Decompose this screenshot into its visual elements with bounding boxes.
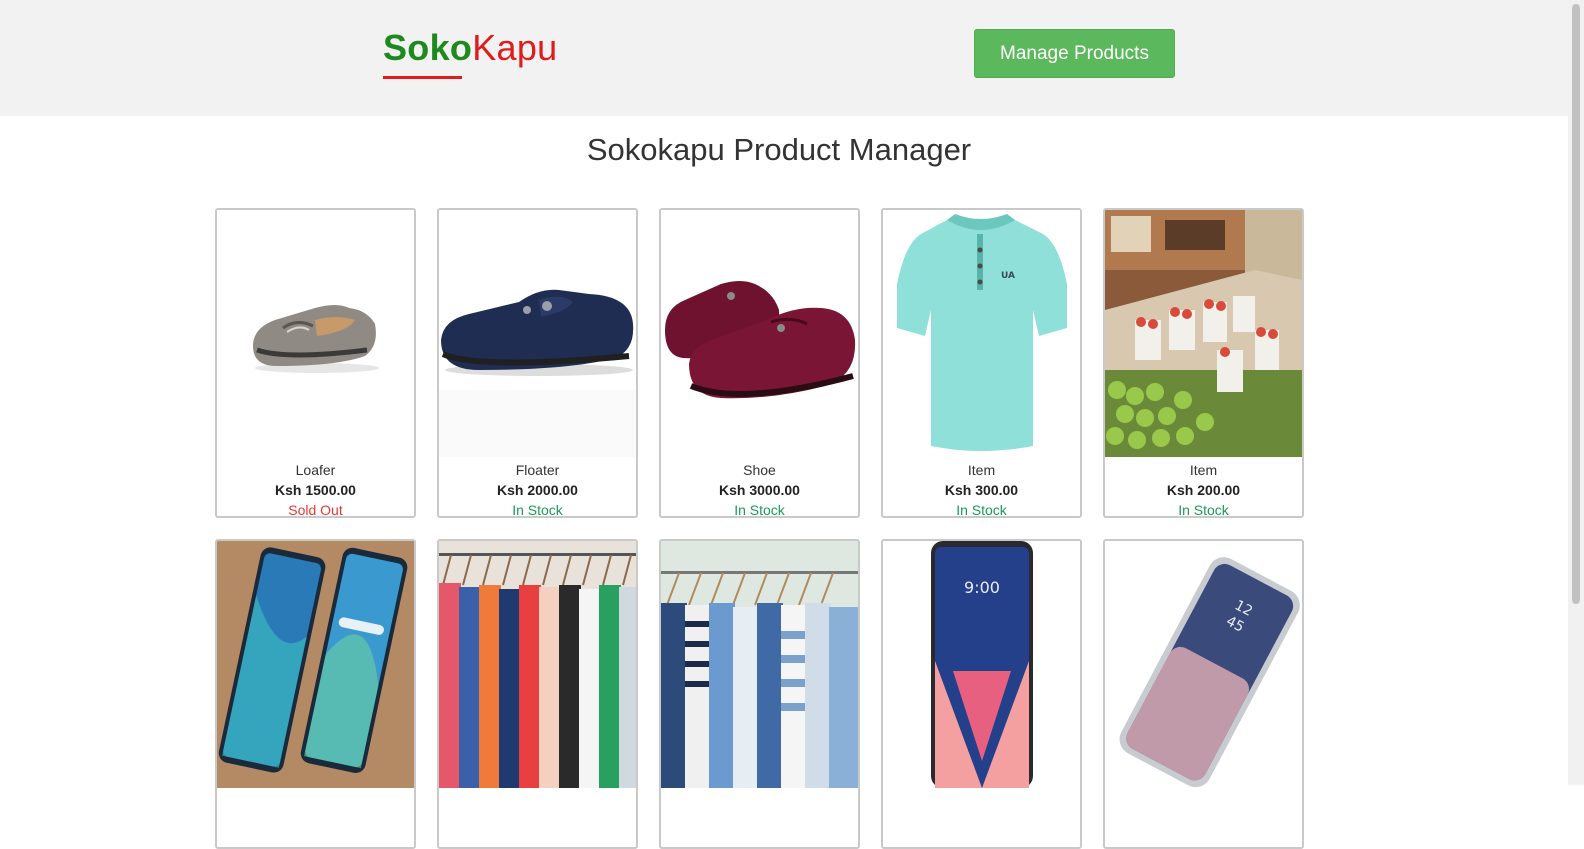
svg-text:9:00: 9:00 [964, 578, 1000, 597]
product-image-two-smartphones [217, 541, 414, 788]
product-card[interactable]: 9:00 [881, 539, 1082, 849]
product-status: In Stock [734, 502, 785, 518]
product-price: Ksh 300.00 [944, 482, 1019, 498]
top-header: SokoKapu Manage Products [0, 0, 1568, 116]
product-name: Item [1189, 462, 1218, 478]
product-status: In Stock [512, 502, 563, 518]
product-card[interactable]: 12 45 [1103, 539, 1304, 849]
product-image-navy-loafer [439, 210, 636, 457]
product-card[interactable]: UA Item Ksh 300.00 In Stock [881, 208, 1082, 518]
product-image-polo-shirt: UA [883, 210, 1080, 457]
product-name: Shoe [743, 462, 776, 478]
product-image-samsung-smartphone: 12 45 [1105, 541, 1302, 788]
product-card[interactable] [215, 539, 416, 849]
product-name: Loafer [295, 462, 336, 478]
logo-underline [383, 76, 462, 79]
brand-logo[interactable]: SokoKapu [383, 28, 558, 68]
product-price: Ksh 200.00 [1166, 482, 1241, 498]
product-card[interactable]: Floater Ksh 2000.00 In Stock [437, 208, 638, 518]
product-card[interactable]: Item Ksh 200.00 In Stock [1103, 208, 1304, 518]
brand-logo-soko: Soko [383, 27, 473, 68]
scrollbar-thumb[interactable] [1572, 4, 1580, 604]
manage-products-button[interactable]: Manage Products [974, 29, 1175, 78]
product-price: Ksh 1500.00 [275, 482, 356, 498]
product-name: Item [967, 462, 996, 478]
product-card[interactable]: Loafer Ksh 1500.00 Sold Out [215, 208, 416, 518]
svg-text:UA: UA [1001, 271, 1015, 281]
product-image-apples-market [1105, 210, 1302, 457]
brand-logo-kapu: Kapu [472, 27, 558, 68]
page-scrollbar[interactable] [1568, 0, 1584, 785]
product-status: In Stock [956, 502, 1007, 518]
product-price: Ksh 3000.00 [719, 482, 800, 498]
product-image-clothes-rack [439, 541, 636, 788]
product-image-shirts-rack [661, 541, 858, 788]
product-card[interactable] [659, 539, 860, 849]
product-status: Sold Out [288, 502, 343, 518]
page-title: Sokokapu Product Manager [586, 132, 972, 167]
product-status: In Stock [1178, 502, 1229, 518]
product-card[interactable]: Shoe Ksh 3000.00 In Stock [659, 208, 860, 518]
product-price: Ksh 2000.00 [497, 482, 578, 498]
product-card[interactable] [437, 539, 638, 849]
product-image-maroon-loafers [661, 210, 858, 457]
product-image-grey-loafer [217, 210, 414, 457]
product-name: Floater [515, 462, 560, 478]
product-image-lg-smartphone: 9:00 [883, 541, 1080, 788]
product-grid: Loafer Ksh 1500.00 Sold Out Floater Ksh … [215, 208, 1304, 849]
